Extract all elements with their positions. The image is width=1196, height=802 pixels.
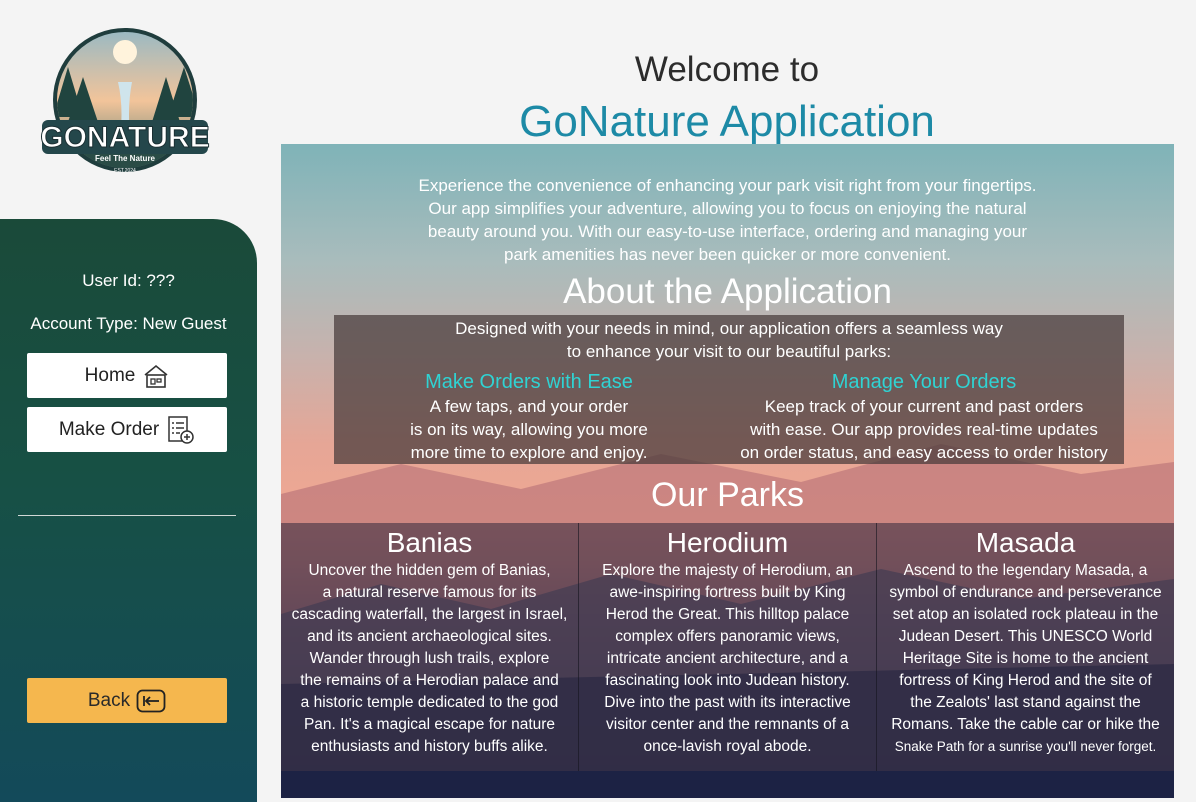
park-line: intricate ancient architecture, and a [606, 650, 849, 667]
park-line: Herod the Great. This hilltop palace [605, 606, 850, 623]
park-line: Snake Path for a sunrise you'll never fo… [894, 739, 1157, 754]
park-card-masada: Masada Ascend to the legendary Masada, a… [877, 523, 1174, 771]
gonature-logo: GONATURE Feel The Nature EST.2024 [40, 28, 210, 174]
park-description: Explore the majesty of Herodium, an awe-… [581, 560, 874, 758]
park-description: Uncover the hidden gem of Banias, a natu… [283, 560, 576, 758]
feature-line: is on its way, allowing you more [410, 420, 648, 439]
park-line: awe-inspiring fortress built by King [609, 584, 846, 601]
park-line: Judean Desert. This UNESCO World [898, 628, 1153, 645]
about-desc-line: Designed with your needs in mind, our ap… [455, 319, 1003, 338]
make-order-button[interactable]: Make Order [27, 407, 227, 452]
park-line: fascinating look into Judean history. [605, 672, 850, 689]
park-line: symbol of endurance and perseverance [889, 584, 1162, 601]
park-line: enthusiasts and history buffs alike. [311, 738, 548, 755]
park-line: complex offers panoramic views, [615, 628, 840, 645]
panel-footer-band [281, 771, 1174, 798]
intro-line: beauty around you. With our easy-to-use … [427, 222, 1028, 241]
feature-line: more time to explore and enjoy. [410, 443, 648, 462]
about-desc-line: to enhance your visit to our beautiful p… [566, 342, 892, 361]
make-order-button-label: Make Order [58, 418, 160, 440]
park-line: Heritage Site is home to the ancient [902, 650, 1149, 667]
logo-est: EST.2024 [114, 168, 136, 174]
park-line: Explore the majesty of Herodium, an [602, 562, 853, 579]
order-form-icon [168, 415, 194, 444]
park-line: the Zealots' last stand against the [910, 694, 1141, 711]
about-description: Designed with your needs in mind, our ap… [334, 317, 1124, 363]
park-line: fortress of King Herod and the site of [899, 672, 1152, 689]
parks-title: Our Parks [650, 476, 805, 514]
feature-title: Manage Your Orders [831, 371, 1017, 393]
intro-line: Experience the convenience of enhancing … [418, 176, 1037, 195]
feature-make-orders: Make Orders with Ease A few taps, and yo… [384, 369, 674, 464]
feature-manage-orders: Manage Your Orders Keep track of your cu… [724, 369, 1124, 464]
park-card-herodium: Herodium Explore the majesty of Herodium… [579, 523, 877, 771]
park-line: Dive into the past with its interactive [604, 694, 851, 711]
feature-line: with ease. Our app provides real-time up… [750, 420, 1098, 439]
back-button[interactable]: Back [27, 678, 227, 723]
feature-line: Keep track of your current and past orde… [764, 397, 1084, 416]
app-title: GoNature Application [519, 97, 935, 146]
user-id-label: User Id: ??? [82, 271, 175, 290]
welcome-heading: Welcome to [634, 50, 820, 89]
park-line: Uncover the hidden gem of Banias, [308, 562, 551, 579]
park-line: a historic temple dedicated to the god [300, 694, 559, 711]
back-arrow-icon [136, 689, 166, 712]
feature-line: on order status, and easy access to orde… [740, 443, 1108, 462]
main-panel: Experience the convenience of enhancing … [281, 144, 1174, 798]
back-button-label: Back [87, 689, 131, 711]
feature-title: Make Orders with Ease [425, 371, 633, 393]
park-line: cascading waterfall, the largest in Isra… [291, 606, 568, 623]
park-line: Ascend to the legendary Masada, a [903, 562, 1148, 579]
parks-section: Banias Uncover the hidden gem of Banias,… [281, 523, 1174, 771]
intro-line: park amenities has never been quicker or… [504, 245, 951, 264]
account-type-label: Account Type: New Guest [30, 314, 227, 333]
park-line: a natural reserve famous for its [322, 584, 537, 601]
home-button-label: Home [84, 364, 136, 386]
park-name: Masada [975, 527, 1076, 558]
logo-brand: GONATURE [40, 121, 209, 154]
house-icon [144, 364, 168, 388]
about-box: Designed with your needs in mind, our ap… [334, 315, 1124, 464]
park-line: Pan. It's a magical escape for nature [303, 716, 556, 733]
intro-text: Experience the convenience of enhancing … [281, 174, 1174, 266]
park-line: set atop an isolated rock plateau in the [892, 606, 1159, 623]
park-line: Wander through lush trails, explore [309, 650, 550, 667]
park-card-banias: Banias Uncover the hidden gem of Banias,… [281, 523, 579, 771]
park-line: the remains of a Herodian palace and [300, 672, 559, 689]
logo-tagline: Feel The Nature [95, 154, 156, 163]
park-name: Herodium [666, 527, 789, 558]
about-title: About the Application [563, 272, 892, 311]
home-button[interactable]: Home [27, 353, 227, 398]
park-description: Ascend to the legendary Masada, a symbol… [879, 560, 1172, 758]
feature-line: A few taps, and your order [429, 397, 629, 416]
park-line: visitor center and the remnants of a [606, 716, 849, 733]
park-name: Banias [386, 527, 473, 558]
intro-line: Our app simplifies your adventure, allow… [428, 199, 1027, 218]
park-line: Romans. Take the cable car or hike the [891, 716, 1160, 733]
park-line: once-lavish royal abode. [643, 738, 812, 755]
sidebar-divider [18, 515, 236, 516]
park-line: and its ancient archaeological sites. [307, 628, 552, 645]
